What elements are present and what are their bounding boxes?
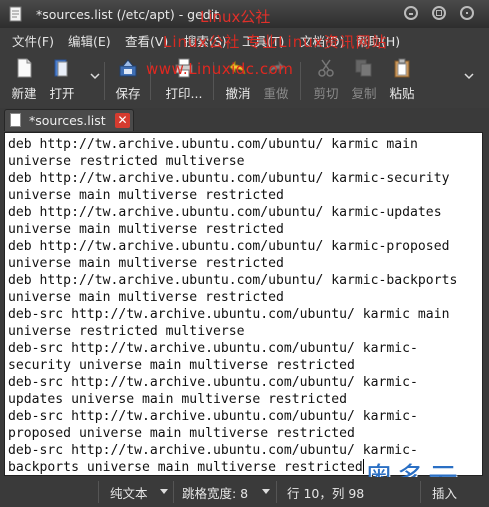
chevron-down-icon[interactable] xyxy=(89,70,101,82)
editor-line[interactable]: deb-src http://tw.archive.ubuntu.com/ubu… xyxy=(8,374,457,391)
new-document-icon xyxy=(17,58,32,78)
editor-content[interactable]: deb http://tw.archive.ubuntu.com/ubuntu/… xyxy=(8,136,457,475)
editor-line[interactable]: updates universe main multiverse restric… xyxy=(8,391,457,408)
menu-edit[interactable]: 编辑(E) xyxy=(68,31,111,50)
chevron-down-icon[interactable] xyxy=(463,70,475,82)
editor-line[interactable]: proposed universe main multiverse restri… xyxy=(8,425,457,442)
close-window-button[interactable] xyxy=(460,6,474,20)
triangle-down-icon[interactable] xyxy=(160,489,168,494)
maximize-button[interactable] xyxy=(432,6,446,20)
title-bar[interactable]: *sources.list (/etc/apt) - gedit Linux公社 xyxy=(0,0,489,28)
paste-button[interactable]: 粘贴 xyxy=(382,56,422,104)
menu-view[interactable]: 查看(V) xyxy=(125,31,168,50)
editor-line[interactable]: deb-src http://tw.archive.ubuntu.com/ubu… xyxy=(8,340,457,357)
editor-line[interactable]: universe restricted multiverse xyxy=(8,323,457,340)
redo-label: 重做 xyxy=(263,86,289,101)
close-tab-icon[interactable]: ✕ xyxy=(115,113,130,128)
tab-width-selector[interactable]: 跳格宽度: 8 xyxy=(182,483,248,502)
tab-sources-list[interactable]: *sources.list ✕ xyxy=(4,109,134,131)
insert-mode: 插入 xyxy=(432,486,458,501)
save-button[interactable]: 保存 xyxy=(108,56,148,104)
paste-label: 粘贴 xyxy=(389,86,415,101)
window-title: *sources.list (/etc/apt) - gedit xyxy=(36,7,220,22)
scissors-icon xyxy=(318,59,334,77)
editor-line[interactable]: deb http://tw.archive.ubuntu.com/ubuntu/… xyxy=(8,136,457,153)
editor-line[interactable]: universe main multiverse restricted xyxy=(8,187,457,204)
editor-line[interactable]: universe main multiverse restricted xyxy=(8,289,457,306)
menu-file[interactable]: 文件(F) xyxy=(12,31,54,50)
language-selector[interactable]: 纯文本 xyxy=(110,483,148,502)
minimize-button[interactable] xyxy=(404,6,418,20)
clipboard-icon xyxy=(394,58,410,78)
gedit-window: *sources.list (/etc/apt) - gedit Linux公社… xyxy=(0,0,489,507)
watermark-menu: Linux公社 专业Linux资讯网站 xyxy=(163,33,388,51)
open-folder-icon xyxy=(54,59,68,77)
copy-icon xyxy=(355,59,372,77)
text-editor[interactable]: deb http://tw.archive.ubuntu.com/ubuntu/… xyxy=(4,132,483,476)
open-label: 打开 xyxy=(49,86,75,101)
editor-line[interactable]: universe main multiverse restricted xyxy=(8,255,457,272)
watermark-top: Linux公社 xyxy=(200,8,271,26)
tab-label: *sources.list xyxy=(29,113,106,128)
editor-line[interactable]: deb-src http://tw.archive.ubuntu.com/ubu… xyxy=(8,306,457,323)
cursor-position: 行 10，列 98 xyxy=(287,486,365,501)
print-label: 打印... xyxy=(165,86,203,101)
editor-line[interactable]: deb http://tw.archive.ubuntu.com/ubuntu/… xyxy=(8,170,457,187)
save-label: 保存 xyxy=(115,86,141,101)
open-button[interactable]: 打开 xyxy=(42,56,82,104)
editor-line[interactable]: universe main multiverse restricted xyxy=(8,221,457,238)
tab-strip: *sources.list ✕ xyxy=(0,108,489,132)
editor-line[interactable]: universe restricted multiverse xyxy=(8,153,457,170)
editor-line[interactable]: deb http://tw.archive.ubuntu.com/ubuntu/… xyxy=(8,204,457,221)
gedit-app-icon xyxy=(9,6,22,22)
save-icon xyxy=(119,59,137,77)
watermark-toolbar: www.Linuxidc.com xyxy=(146,60,294,78)
editor-line[interactable]: security universe main multiverse restri… xyxy=(8,357,457,374)
editor-line[interactable]: deb-src http://tw.archive.ubuntu.com/ubu… xyxy=(8,408,457,425)
editor-line[interactable]: deb http://tw.archive.ubuntu.com/ubuntu/… xyxy=(8,272,457,289)
document-icon xyxy=(10,113,21,127)
status-bar: 纯文本 跳格宽度: 8 行 10，列 98 插入 xyxy=(0,477,489,507)
editor-line[interactable]: deb http://tw.archive.ubuntu.com/ubuntu/… xyxy=(8,238,457,255)
triangle-down-icon[interactable] xyxy=(262,489,270,494)
